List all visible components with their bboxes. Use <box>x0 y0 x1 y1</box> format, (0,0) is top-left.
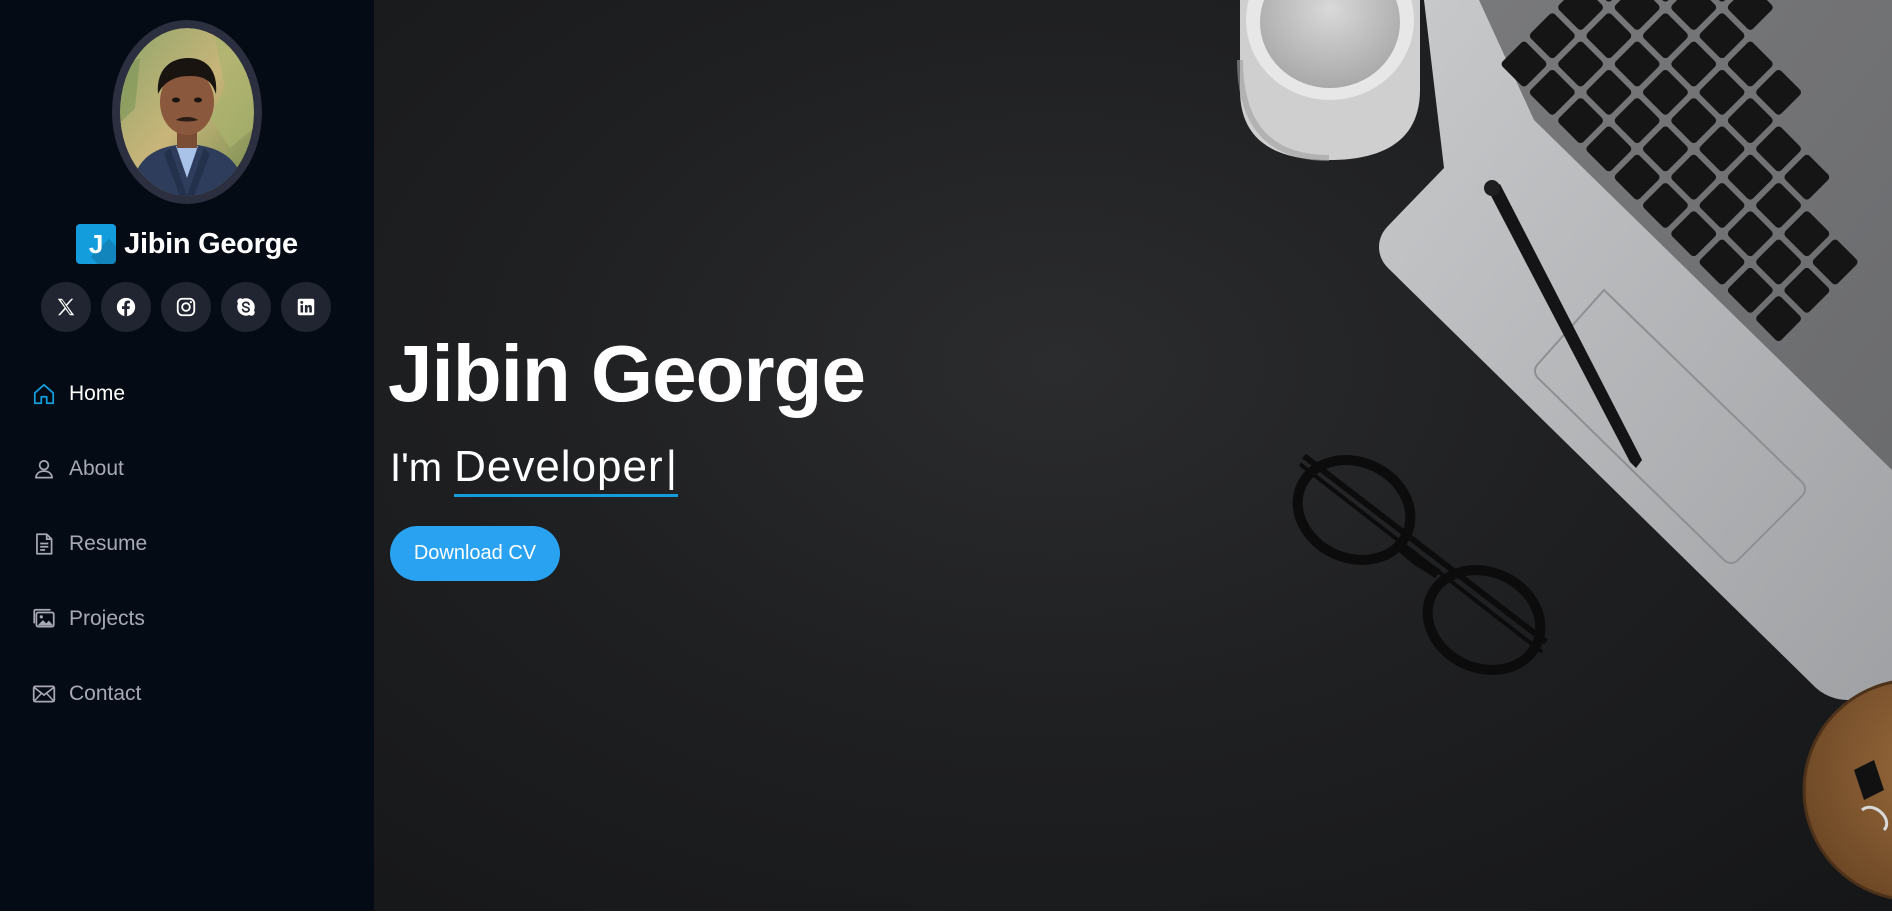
envelope-icon <box>31 681 57 707</box>
nav-item-home[interactable]: Home <box>0 356 374 431</box>
nav-label-projects: Projects <box>69 606 145 630</box>
instagram-icon <box>176 297 196 317</box>
social-instagram-link[interactable] <box>161 282 211 332</box>
glasses-decor <box>1292 453 1548 675</box>
profile-photo <box>120 28 254 196</box>
nav-label-resume: Resume <box>69 531 148 555</box>
home-icon <box>31 381 57 407</box>
social-linkedin-link[interactable] <box>281 282 331 332</box>
document-icon <box>31 531 57 557</box>
nav-item-about[interactable]: About <box>0 431 374 506</box>
nav-label-home: Home <box>69 381 126 405</box>
brand-name: Jibin George <box>124 227 298 260</box>
social-links <box>41 282 331 332</box>
brand[interactable]: J Jibin George <box>0 222 374 266</box>
hero-section: Jibin George I'm Developer| Download CV <box>374 0 1892 911</box>
skype-icon <box>237 298 255 316</box>
social-skype-link[interactable] <box>221 282 271 332</box>
coaster-decor <box>1802 680 1892 900</box>
laptop-decor <box>1379 0 1892 700</box>
nav-item-resume[interactable]: Resume <box>0 506 374 581</box>
hero-prefix: I'm <box>390 446 443 490</box>
nav-label-contact: Contact <box>69 681 142 705</box>
mug-decor <box>1237 0 1420 161</box>
social-x-link[interactable] <box>41 282 91 332</box>
download-cv-button[interactable]: Download CV <box>390 526 560 581</box>
x-icon <box>57 298 75 316</box>
profile-avatar <box>112 20 262 204</box>
main-nav: Home About Resume Projects Contact <box>0 356 374 731</box>
images-icon <box>31 606 57 632</box>
hero-subtitle: I'm Developer| <box>390 442 679 497</box>
person-icon <box>31 456 57 482</box>
sidebar: J Jibin George Home About Resume Project… <box>0 0 374 911</box>
hero-title: Jibin George <box>388 329 866 418</box>
nav-item-contact[interactable]: Contact <box>0 656 374 731</box>
brand-logo: J <box>76 224 117 264</box>
typed-role: Developer| <box>454 442 679 497</box>
brand-logo-letter: J <box>88 228 104 259</box>
typed-role-text: Developer <box>454 442 664 491</box>
page-viewport: J Jibin George Home About Resume Project… <box>0 0 1892 911</box>
nav-label-about: About <box>69 456 124 480</box>
linkedin-icon <box>297 298 315 316</box>
facebook-icon <box>116 297 136 317</box>
typing-caret: | <box>665 442 679 491</box>
nav-item-projects[interactable]: Projects <box>0 581 374 656</box>
social-facebook-link[interactable] <box>101 282 151 332</box>
